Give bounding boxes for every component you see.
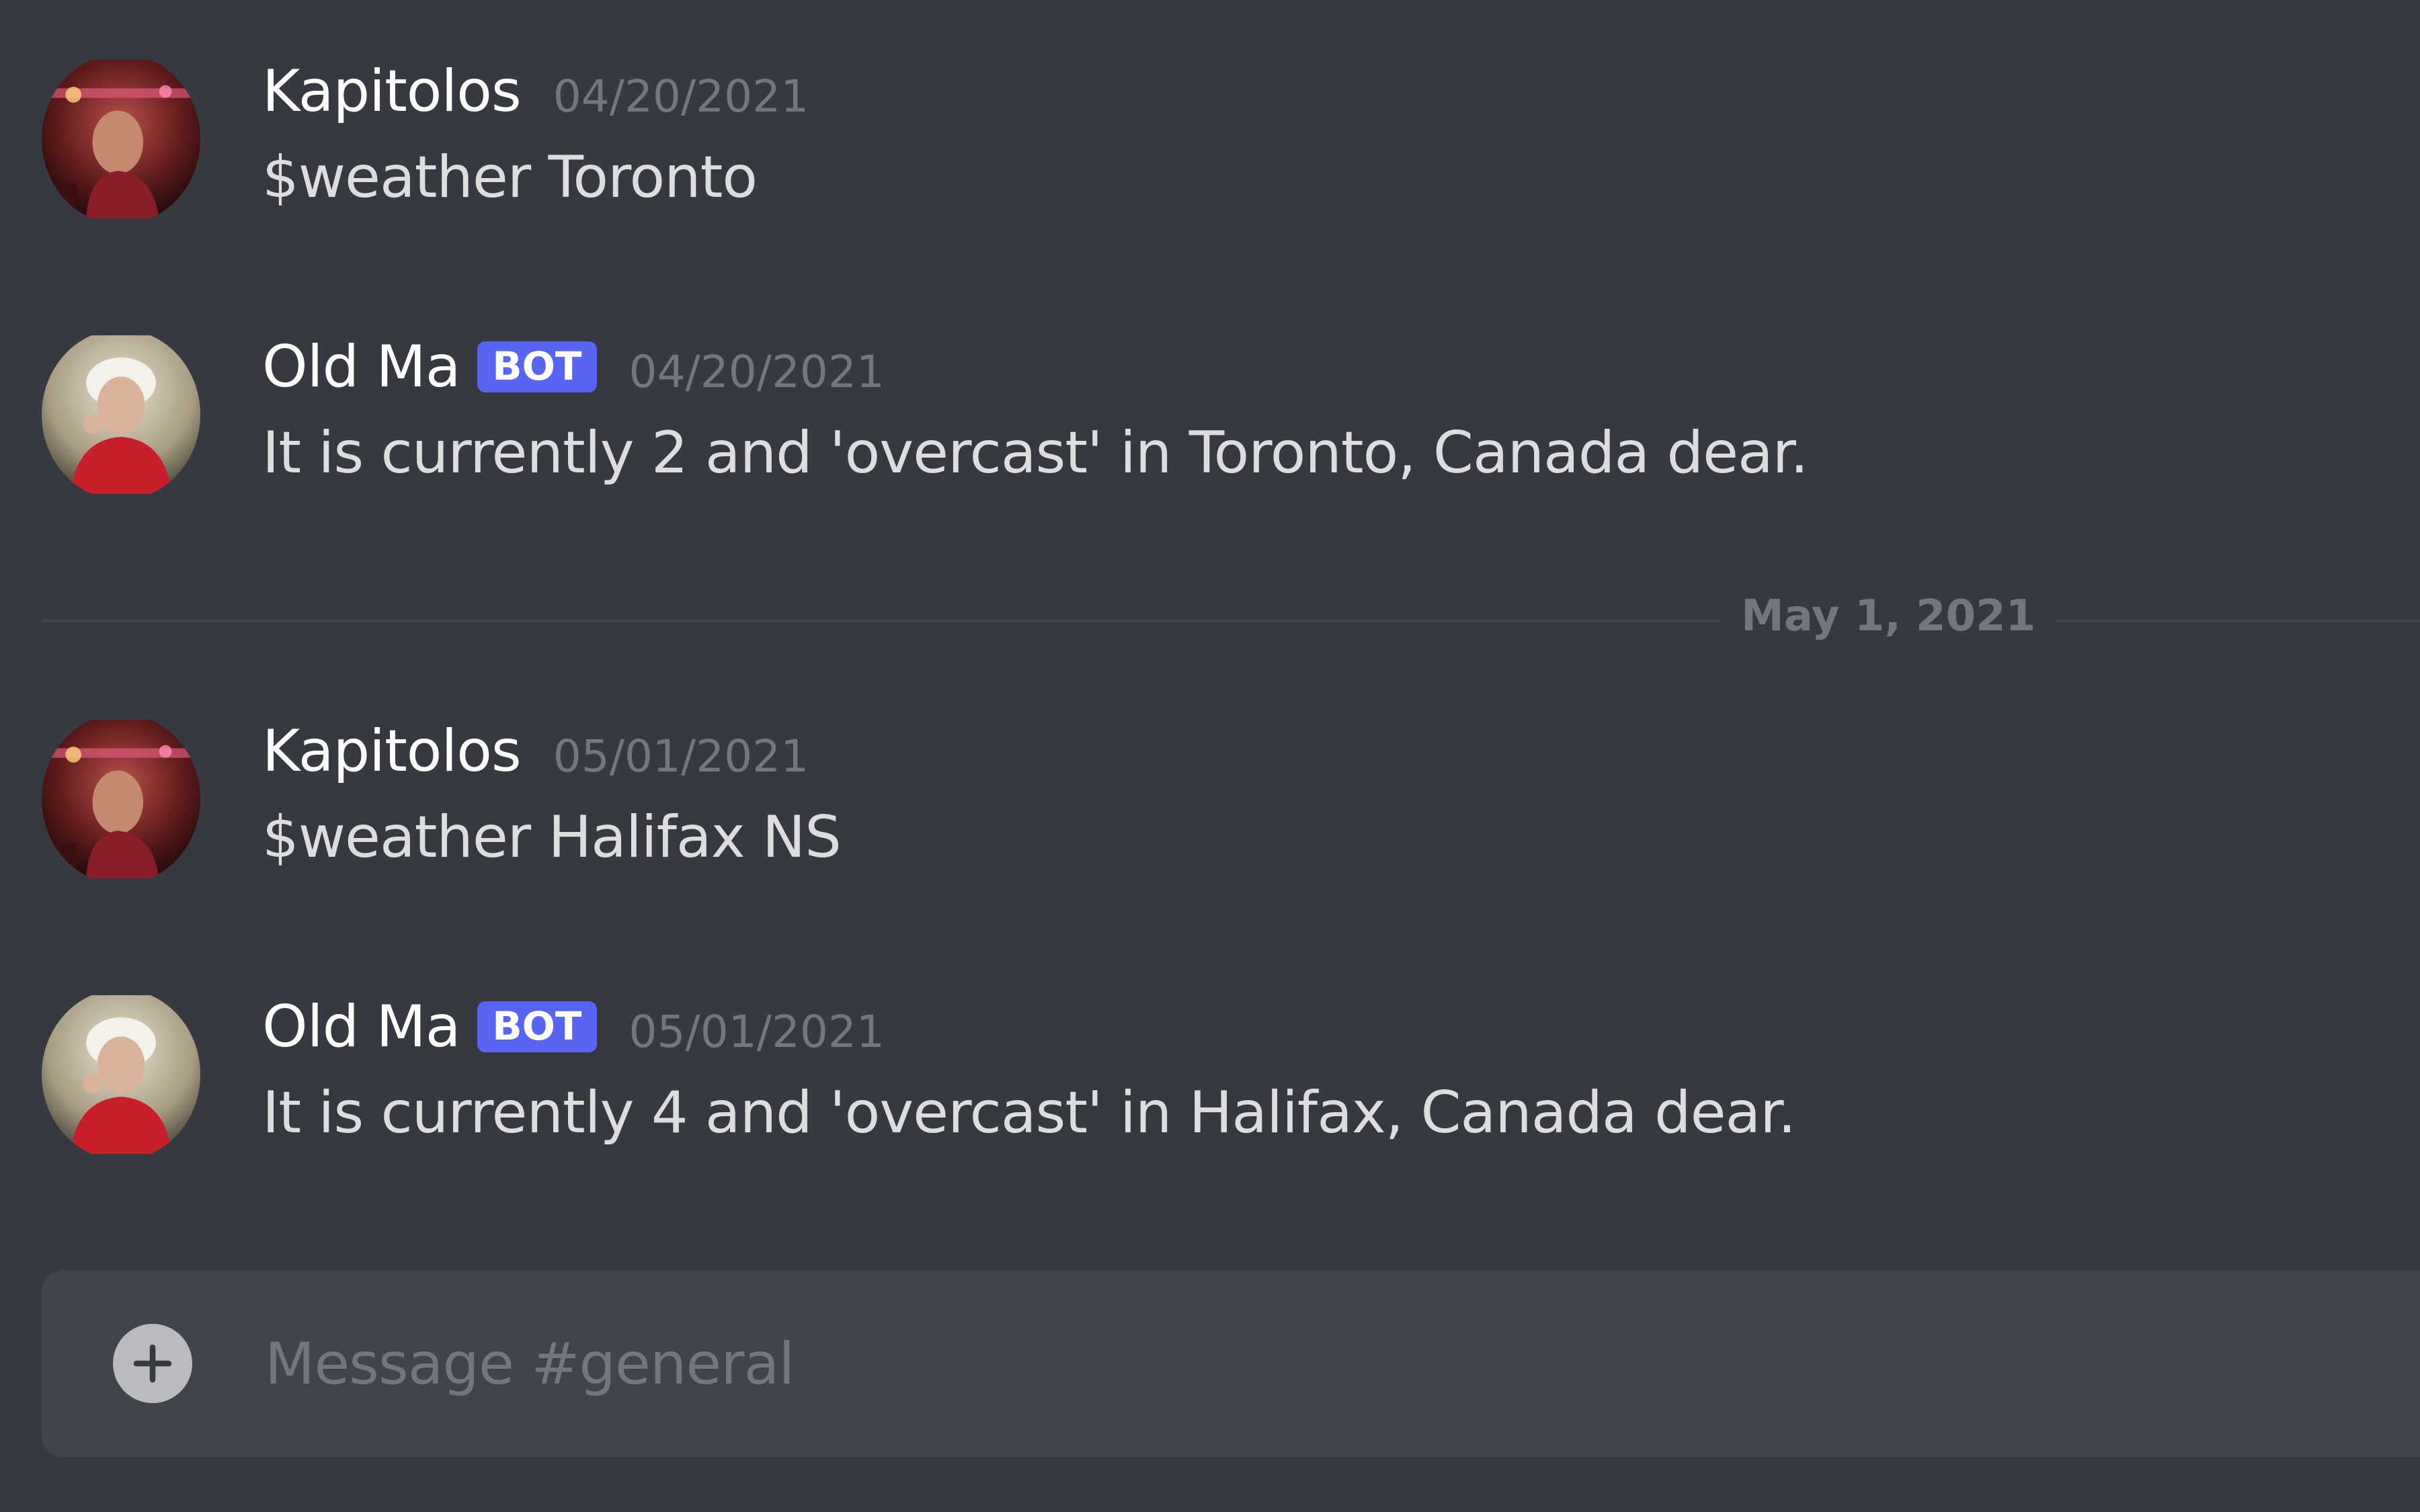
- add-attachment-button[interactable]: [113, 1324, 192, 1403]
- message-item: Old Ma BOT 05/01/2021 It is currently 4 …: [0, 935, 2420, 1154]
- bot-tag: BOT: [477, 1001, 597, 1052]
- bot-photo-avatar-icon: [42, 335, 200, 494]
- username[interactable]: Kapitolos: [262, 58, 522, 125]
- username[interactable]: Old Ma: [262, 333, 460, 401]
- bot-avatar[interactable]: [42, 329, 200, 500]
- date-divider-label: May 1, 2021: [1721, 591, 2056, 641]
- message-composer: [42, 1270, 2420, 1457]
- message-content: $weather Toronto: [262, 144, 758, 211]
- message-header: Kapitolos 05/01/2021: [262, 711, 809, 792]
- message-header: Old Ma BOT 04/20/2021: [262, 327, 885, 407]
- message-timestamp: 04/20/2021: [553, 70, 809, 122]
- message-content: $weather Halifax NS: [262, 804, 842, 871]
- message-timestamp: 04/20/2021: [629, 345, 885, 398]
- message-timestamp: 05/01/2021: [553, 730, 809, 782]
- chat-messages-pane: Kapitolos 04/20/2021 $weather Toronto Ol…: [0, 0, 2420, 1512]
- message-item: Kapitolos 05/01/2021 $weather Halifax NS: [0, 660, 2420, 878]
- message-header: Old Ma BOT 05/01/2021: [262, 986, 885, 1067]
- bot-photo-avatar-icon: [42, 995, 200, 1154]
- plus-circle-icon: [133, 1344, 172, 1383]
- message-input[interactable]: [264, 1310, 2216, 1418]
- date-divider-line: [42, 620, 2420, 622]
- user-avatar[interactable]: [42, 54, 200, 224]
- message-timestamp: 05/01/2021: [629, 1005, 885, 1058]
- username[interactable]: Kapitolos: [262, 718, 522, 785]
- message-item: Kapitolos 04/20/2021 $weather Toronto: [0, 0, 2420, 218]
- username[interactable]: Old Ma: [262, 993, 460, 1060]
- bot-avatar[interactable]: [42, 989, 200, 1160]
- user-photo-avatar-icon: [42, 720, 200, 878]
- user-photo-avatar-icon: [42, 60, 200, 218]
- message-header: Kapitolos 04/20/2021: [262, 51, 809, 132]
- message-content: It is currently 4 and 'overcast' in Hali…: [262, 1079, 1796, 1146]
- user-avatar[interactable]: [42, 714, 200, 884]
- bot-tag: BOT: [477, 341, 597, 392]
- message-item: Old Ma BOT 04/20/2021 It is currently 2 …: [0, 276, 2420, 494]
- message-content: It is currently 2 and 'overcast' in Toro…: [262, 419, 1808, 487]
